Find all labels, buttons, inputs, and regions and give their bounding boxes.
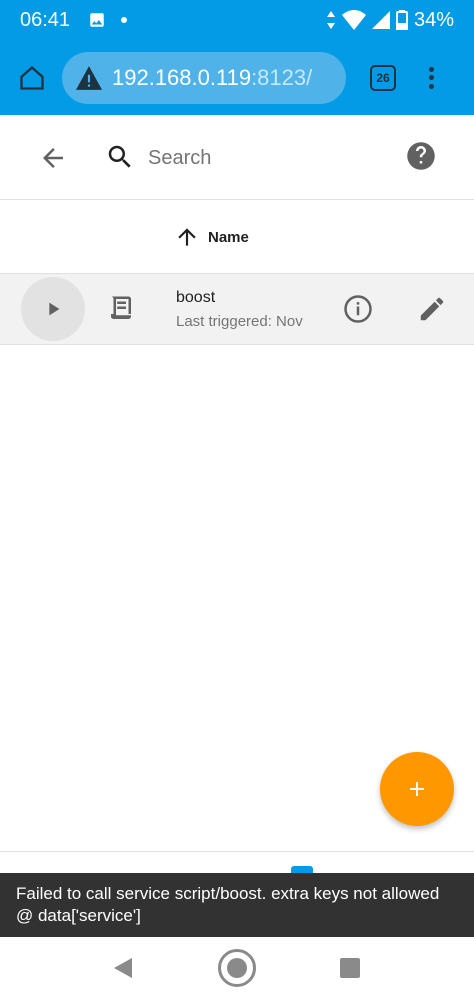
play-icon: [49, 302, 60, 316]
data-arrows-icon: [326, 11, 335, 29]
error-snackbar: Failed to call service script/boost. ext…: [0, 873, 474, 937]
nav-recents-button[interactable]: [340, 958, 360, 978]
table-header: Name: [0, 200, 474, 274]
edit-pencil-icon[interactable]: [417, 294, 447, 324]
wifi-icon: [341, 10, 366, 30]
run-script-button[interactable]: [21, 277, 85, 341]
url-host: 192.168.0.119: [112, 64, 252, 90]
signal-icon: [371, 11, 390, 29]
divider: [0, 851, 474, 852]
info-icon[interactable]: [343, 294, 373, 324]
dot-icon: [121, 17, 128, 23]
browser-toolbar: 192.168.0.119:8123/ 26: [0, 40, 474, 115]
sort-ascending-icon[interactable]: [174, 224, 200, 250]
tab-count: 26: [376, 70, 390, 85]
home-circle-icon: [227, 958, 247, 978]
search-icon: [108, 145, 131, 168]
battery-icon: [395, 10, 408, 30]
system-nav-bar: [0, 937, 474, 1000]
script-icon: [111, 296, 131, 319]
script-last-triggered: Last triggered: Nov: [176, 313, 303, 330]
url-bar[interactable]: 192.168.0.119:8123/: [62, 51, 346, 104]
search-input[interactable]: [148, 139, 368, 177]
add-script-button[interactable]: [380, 752, 454, 826]
search-toolbar: [0, 115, 474, 200]
home-icon: [20, 65, 44, 90]
dot-icon: [428, 66, 434, 72]
system-icons: 34%: [326, 9, 454, 32]
dot-icon: [428, 75, 434, 80]
nav-home-button[interactable]: [218, 949, 256, 987]
table-row[interactable]: boost Last triggered: Nov: [0, 274, 474, 345]
tab-switcher-button[interactable]: 26: [370, 64, 396, 91]
dot-icon: [428, 83, 434, 89]
nav-back-icon[interactable]: [112, 957, 134, 979]
back-arrow-icon[interactable]: [38, 143, 68, 173]
battery-percent: 34%: [413, 8, 454, 31]
snackbar-message: Failed to call service script/boost. ext…: [16, 884, 440, 925]
image-icon: [90, 13, 104, 27]
browser-home-button[interactable]: [14, 60, 50, 96]
status-time: 06:41: [20, 8, 71, 31]
plus-icon: [410, 782, 424, 796]
script-name: boost: [176, 289, 216, 306]
notification-icons: [88, 11, 128, 29]
status-bar: 06:41 34%: [0, 0, 474, 40]
browser-menu-button[interactable]: [426, 63, 436, 93]
warning-icon: [76, 65, 102, 90]
help-icon[interactable]: [406, 141, 436, 171]
url-port: :8123/: [251, 64, 313, 90]
column-header-name[interactable]: Name: [208, 229, 249, 246]
